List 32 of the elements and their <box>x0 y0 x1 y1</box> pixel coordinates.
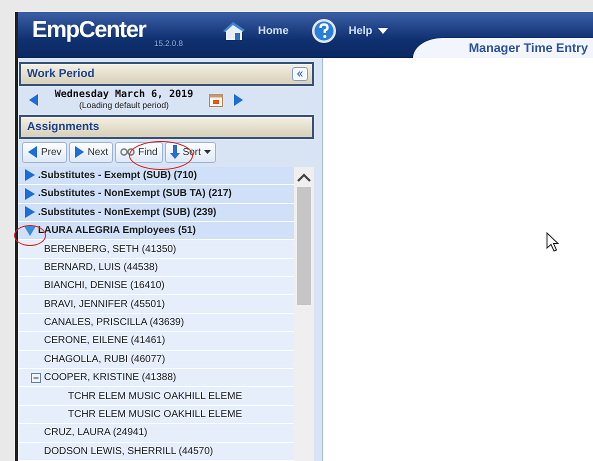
down-arrow-icon <box>170 145 180 160</box>
collapsed-triangle-icon[interactable] <box>25 188 35 200</box>
toolbar-button[interactable]: Next <box>68 142 114 163</box>
toolbar-button[interactable]: Find <box>115 142 163 163</box>
double-chevron-icon <box>297 70 303 78</box>
page-tab[interactable]: Manager Time Entry <box>413 38 593 58</box>
calendar-icon[interactable] <box>209 92 223 107</box>
help-icon <box>310 18 337 44</box>
next-arrow-icon[interactable] <box>233 92 244 107</box>
expanded-triangle-icon[interactable] <box>24 226 36 236</box>
caret-icon <box>378 28 388 34</box>
caret-icon <box>204 150 211 154</box>
period-date: Wednesday March 6, 2019 <box>54 89 194 100</box>
binoculars-icon <box>120 148 136 156</box>
version-label: 15.2.0.8 <box>154 39 184 48</box>
nav-link[interactable]: Home <box>258 25 289 37</box>
toolbar-button[interactable]: Prev <box>22 142 67 163</box>
collapse-button[interactable] <box>292 67 308 81</box>
collapsed-triangle-icon[interactable] <box>25 169 35 182</box>
scrollbar-thumb[interactable] <box>297 186 311 305</box>
app-logo: EmpCenter <box>32 17 148 41</box>
previous-arrow-icon[interactable] <box>28 92 39 107</box>
minus-box-icon[interactable] <box>31 372 41 383</box>
house-icon <box>222 21 246 41</box>
period-note: (Loading default period) <box>79 100 169 110</box>
panel-title: Assignments <box>27 120 100 133</box>
panel-title: Work Period <box>27 68 95 80</box>
right-arrow-icon <box>74 145 85 160</box>
nav-link[interactable]: Help <box>348 25 372 37</box>
left-arrow-icon <box>27 145 38 160</box>
mouse-pointer-icon <box>546 232 559 252</box>
collapsed-triangle-icon[interactable] <box>25 206 35 218</box>
